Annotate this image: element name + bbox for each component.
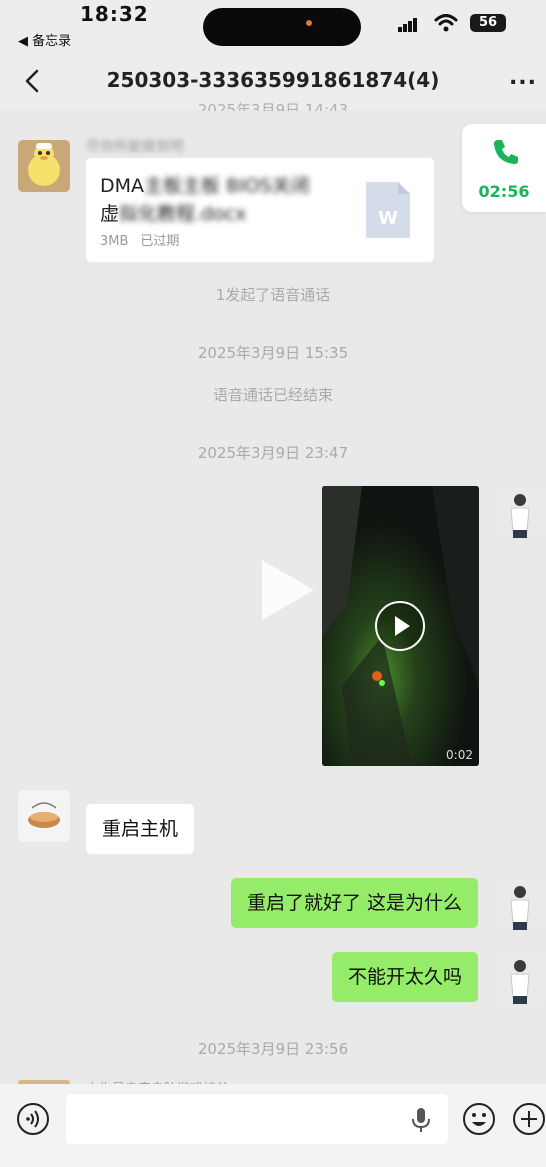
file-size: 3MB bbox=[100, 234, 129, 249]
status-bar: 18:32 ◀ 备忘录 56 bbox=[0, 0, 546, 54]
dynamic-island bbox=[203, 8, 361, 46]
input-bar bbox=[0, 1084, 546, 1167]
svg-text:W: W bbox=[378, 208, 398, 229]
avatar[interactable] bbox=[494, 486, 546, 538]
sender-name: 尽你所能做到吧 bbox=[86, 139, 184, 154]
bread-avatar-icon bbox=[18, 790, 70, 842]
status-time: 18:32 bbox=[80, 2, 149, 26]
word-document-icon: W bbox=[366, 182, 410, 238]
person-avatar-icon bbox=[494, 878, 546, 930]
call-duration: 02:56 bbox=[478, 182, 530, 201]
video-duration: 0:02 bbox=[446, 748, 473, 762]
timestamp: 2025年3月9日 23:47 bbox=[197, 444, 349, 462]
chat-title: 250303-333635991861874(4) bbox=[106, 68, 440, 92]
system-message-call-ended: 语音通话已经结束 bbox=[212, 386, 333, 404]
add-icon[interactable] bbox=[512, 1102, 546, 1136]
video-message[interactable]: 0:02 bbox=[322, 486, 479, 766]
camera-indicator-icon bbox=[306, 20, 312, 26]
voice-call-card[interactable]: 02:56 bbox=[462, 124, 546, 212]
file-name-line1-blurred: 主板主板 BIOS关闭 bbox=[144, 175, 310, 197]
avatar[interactable] bbox=[494, 878, 546, 930]
message-input[interactable] bbox=[66, 1094, 448, 1144]
file-status: 已过期 bbox=[140, 234, 180, 249]
emoji-icon[interactable] bbox=[462, 1102, 496, 1136]
system-message-call-started: 1发起了语音通话 bbox=[215, 286, 331, 304]
avatar[interactable] bbox=[18, 790, 70, 842]
avatar[interactable] bbox=[494, 952, 546, 1004]
phone-icon bbox=[494, 140, 518, 164]
timestamp-cut: 2025年3月9日 14:43 bbox=[197, 101, 349, 111]
voice-input-icon[interactable] bbox=[16, 1102, 50, 1136]
file-message[interactable]: DMA主板主板 BIOS关闭 虚拟化教程.docx 3MB 已过期 W bbox=[86, 158, 434, 262]
file-name: DMA主板主板 BIOS关闭 虚拟化教程.docx bbox=[100, 172, 350, 228]
cellular-signal-icon bbox=[398, 18, 417, 32]
microphone-icon[interactable] bbox=[410, 1106, 432, 1134]
video-thumbnail bbox=[322, 486, 479, 766]
wifi-icon bbox=[434, 14, 458, 32]
file-meta: 3MB 已过期 bbox=[100, 230, 191, 249]
message-bubble[interactable]: 重启了就好了 这是为什么 bbox=[230, 878, 478, 928]
duck-avatar-icon bbox=[18, 140, 70, 192]
file-name-line2: 虚 bbox=[100, 203, 120, 225]
person-avatar-icon bbox=[494, 486, 546, 538]
message-bubble[interactable]: 重启主机 bbox=[86, 804, 195, 854]
more-options-button[interactable]: ... bbox=[506, 67, 540, 96]
person-avatar-icon bbox=[494, 952, 546, 1004]
message-bubble[interactable]: 不能开太久吗 bbox=[331, 952, 478, 1002]
file-name-line1: DMA bbox=[100, 175, 145, 197]
timestamp: 2025年3月9日 15:35 bbox=[197, 344, 349, 362]
play-overlay-icon bbox=[262, 560, 314, 620]
timestamp: 2025年3月9日 23:56 bbox=[197, 1040, 349, 1058]
back-to-app-link[interactable]: ◀ 备忘录 bbox=[18, 30, 71, 49]
file-name-line2-blurred: 拟化教程.docx bbox=[119, 203, 247, 225]
battery-indicator: 56 bbox=[470, 14, 506, 32]
avatar[interactable] bbox=[18, 140, 70, 192]
